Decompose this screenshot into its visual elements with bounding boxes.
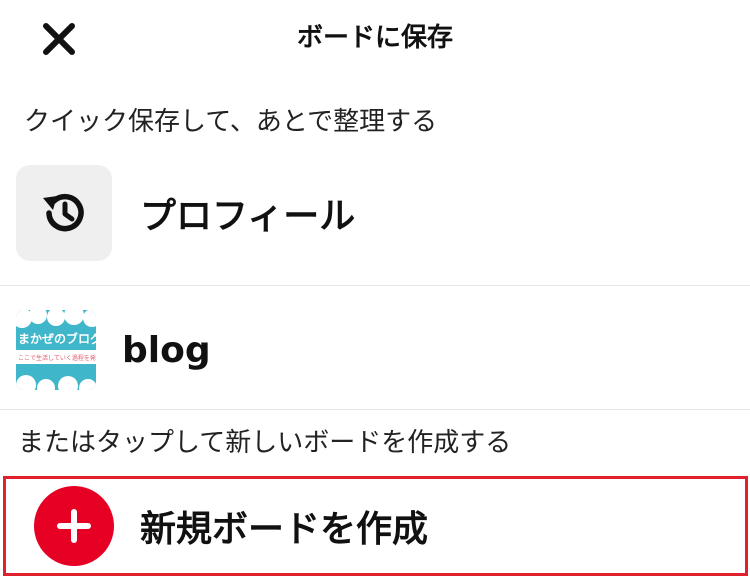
profile-thumb [16,165,112,261]
profile-label: プロフィール [140,196,356,237]
create-board-label: 新規ボードを作成 [140,509,429,550]
plus-circle [34,486,114,566]
divider [0,285,750,286]
profile-row[interactable]: プロフィール [0,165,750,261]
blog-thumb-text: まかぜのブログ [18,331,96,346]
blog-thumb-subtext: ここで生活していく過程を発信 [18,354,96,362]
plus-icon [57,509,91,543]
page-title: ボードに保存 [296,23,453,53]
create-board-button[interactable]: 新規ボードを作成 [3,476,748,576]
blog-row[interactable]: まかぜのブログ ここで生活していく過程を発信 blog [0,310,750,390]
quick-save-label: クイック保存して、あとで整理する [24,107,438,137]
create-section-label: またはタップして新しいボードを作成する [18,428,512,458]
header: ボードに保存 [0,0,750,80]
blog-label: blog [122,329,211,371]
blog-thumbnail: まかぜのブログ ここで生活していく過程を発信 [16,310,96,390]
history-icon [43,193,84,232]
divider [0,409,750,410]
